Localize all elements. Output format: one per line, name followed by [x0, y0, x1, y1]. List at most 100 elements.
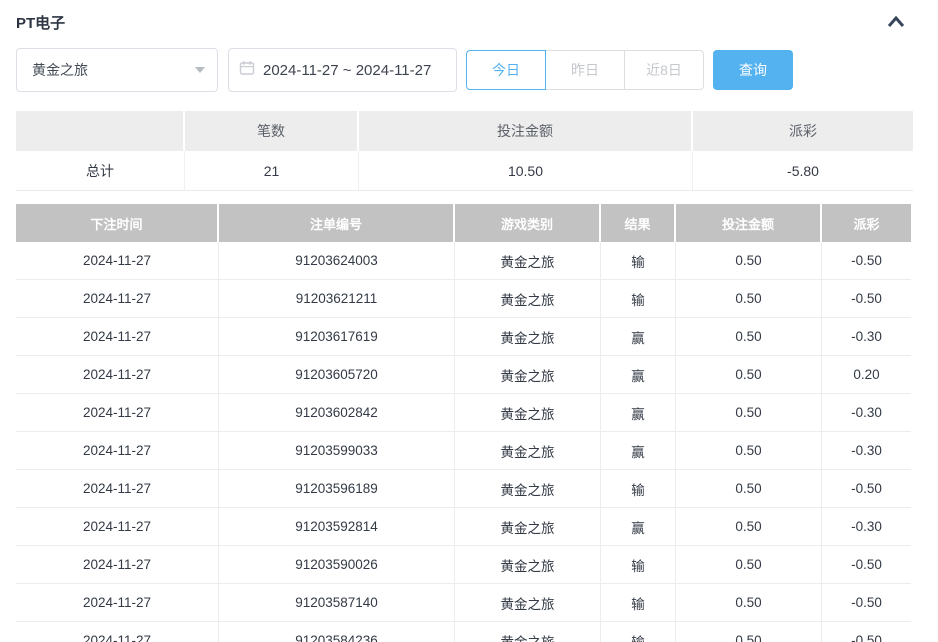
- cell-result: 输: [601, 546, 676, 584]
- cell-payout: -0.50: [822, 546, 911, 584]
- cell-bet-amount: 0.50: [676, 470, 822, 508]
- cell-game-type: 黄金之旅: [455, 546, 601, 584]
- cell-bet-amount: 0.50: [676, 508, 822, 546]
- summary-total-count: 21: [185, 151, 359, 191]
- cell-order-no: 91203592814: [219, 508, 455, 546]
- records-header-bet-time: 下注时间: [16, 204, 219, 242]
- cell-result: 赢: [601, 508, 676, 546]
- records-header-game-type: 游戏类别: [455, 204, 601, 242]
- cell-order-no: 91203590026: [219, 546, 455, 584]
- table-row: 2024-11-27 91203599033 黄金之旅赢 0.50 -0.30: [16, 432, 911, 470]
- cell-payout: -0.30: [822, 394, 911, 432]
- cell-game-type: 黄金之旅: [455, 432, 601, 470]
- cell-order-no: 91203621211: [219, 280, 455, 318]
- cell-order-no: 91203617619: [219, 318, 455, 356]
- game-select-value: 黄金之旅: [32, 62, 88, 78]
- cell-bet-amount: 0.50: [676, 356, 822, 394]
- cell-order-no: 91203602842: [219, 394, 455, 432]
- cell-bet-time: 2024-11-27: [16, 508, 219, 546]
- cell-result: 赢: [601, 356, 676, 394]
- page-title: PT电子: [16, 15, 66, 32]
- calendar-icon: [239, 60, 255, 81]
- summary-header-bet-amount: 投注金额: [359, 111, 693, 151]
- cell-bet-amount: 0.50: [676, 280, 822, 318]
- cell-game-type: 黄金之旅: [455, 622, 601, 642]
- date-range-value: 2024-11-27 ~ 2024-11-27: [263, 61, 432, 79]
- cell-bet-time: 2024-11-27: [16, 470, 219, 508]
- cell-bet-amount: 0.50: [676, 432, 822, 470]
- summary-total-row: 总计 21 10.50 -5.80: [16, 151, 913, 191]
- table-row: 2024-11-27 91203584236 黄金之旅输 0.50 -0.50: [16, 622, 911, 642]
- cell-payout: -0.30: [822, 318, 911, 356]
- cell-bet-time: 2024-11-27: [16, 394, 219, 432]
- pt-electronic-panel: PT电子 黄金之旅 2024-11-27 ~ 2024-11-27 今日 昨日 …: [0, 0, 938, 642]
- table-row: 2024-11-27 91203605720 黄金之旅赢 0.50 0.20: [16, 356, 911, 394]
- summary-total-label: 总计: [16, 151, 185, 191]
- cell-order-no: 91203587140: [219, 584, 455, 622]
- quick-range-button-近8日[interactable]: 近8日: [624, 50, 704, 90]
- cell-bet-amount: 0.50: [676, 394, 822, 432]
- table-row: 2024-11-27 91203596189 黄金之旅输 0.50 -0.50: [16, 470, 911, 508]
- cell-game-type: 黄金之旅: [455, 584, 601, 622]
- table-row: 2024-11-27 91203624003 黄金之旅输 0.50 -0.50: [16, 242, 911, 280]
- summary-header-count: 笔数: [185, 111, 359, 151]
- cell-game-type: 黄金之旅: [455, 242, 601, 280]
- table-row: 2024-11-27 91203587140 黄金之旅输 0.50 -0.50: [16, 584, 911, 622]
- panel-header: PT电子: [16, 0, 938, 40]
- quick-range-button-昨日[interactable]: 昨日: [545, 50, 625, 90]
- cell-bet-time: 2024-11-27: [16, 622, 219, 642]
- cell-bet-amount: 0.50: [676, 622, 822, 642]
- summary-header-payout: 派彩: [693, 111, 913, 151]
- cell-bet-time: 2024-11-27: [16, 356, 219, 394]
- cell-bet-time: 2024-11-27: [16, 280, 219, 318]
- records-table-body: 2024-11-27 91203624003 黄金之旅输 0.50 -0.50 2024-…: [16, 242, 911, 642]
- filter-bar: 黄金之旅 2024-11-27 ~ 2024-11-27 今日 昨日 近8日 查询: [16, 48, 938, 92]
- cell-game-type: 黄金之旅: [455, 318, 601, 356]
- cell-game-type: 黄金之旅: [455, 470, 601, 508]
- quick-range-button-今日[interactable]: 今日: [466, 50, 546, 90]
- cell-payout: -0.50: [822, 280, 911, 318]
- cell-game-type: 黄金之旅: [455, 356, 601, 394]
- cell-bet-time: 2024-11-27: [16, 432, 219, 470]
- cell-result: 输: [601, 280, 676, 318]
- records-table: 下注时间 注单编号 游戏类别 结果 投注金额 派彩 2024-11-27 9120…: [16, 204, 911, 642]
- table-row: 2024-11-27 91203602842 黄金之旅赢 0.50 -0.30: [16, 394, 911, 432]
- summary-header-row: 笔数 投注金额 派彩: [16, 111, 913, 151]
- cell-order-no: 91203605720: [219, 356, 455, 394]
- cell-bet-time: 2024-11-27: [16, 546, 219, 584]
- table-row: 2024-11-27 91203617619 黄金之旅赢 0.50 -0.30: [16, 318, 911, 356]
- cell-bet-time: 2024-11-27: [16, 584, 219, 622]
- cell-payout: -0.50: [822, 584, 911, 622]
- cell-bet-amount: 0.50: [676, 546, 822, 584]
- cell-payout: -0.50: [822, 242, 911, 280]
- cell-order-no: 91203584236: [219, 622, 455, 642]
- cell-bet-time: 2024-11-27: [16, 242, 219, 280]
- cell-game-type: 黄金之旅: [455, 394, 601, 432]
- cell-payout: -0.50: [822, 622, 911, 642]
- cell-bet-amount: 0.50: [676, 584, 822, 622]
- date-range-input[interactable]: 2024-11-27 ~ 2024-11-27: [228, 48, 457, 92]
- game-select[interactable]: 黄金之旅: [16, 48, 218, 92]
- collapse-panel-button[interactable]: [884, 12, 908, 33]
- table-row: 2024-11-27 91203621211 黄金之旅输 0.50 -0.50: [16, 280, 911, 318]
- cell-result: 输: [601, 470, 676, 508]
- table-row: 2024-11-27 91203590026 黄金之旅输 0.50 -0.50: [16, 546, 911, 584]
- chevron-up-icon: [884, 12, 908, 33]
- records-header-order-no: 注单编号: [219, 204, 455, 242]
- records-header-payout: 派彩: [822, 204, 911, 242]
- quick-range-group: 今日 昨日 近8日: [466, 50, 704, 90]
- cell-result: 赢: [601, 394, 676, 432]
- cell-bet-time: 2024-11-27: [16, 318, 219, 356]
- summary-header-blank: [16, 111, 185, 151]
- cell-order-no: 91203599033: [219, 432, 455, 470]
- summary-table: 笔数 投注金额 派彩 总计 21 10.50 -5.80: [16, 111, 913, 191]
- table-row: 2024-11-27 91203592814 黄金之旅赢 0.50 -0.30: [16, 508, 911, 546]
- query-button[interactable]: 查询: [713, 50, 793, 90]
- cell-order-no: 91203596189: [219, 470, 455, 508]
- summary-total-bet-amount: 10.50: [359, 151, 693, 191]
- cell-payout: -0.30: [822, 432, 911, 470]
- cell-game-type: 黄金之旅: [455, 280, 601, 318]
- summary-total-payout: -5.80: [693, 151, 913, 191]
- cell-payout: -0.50: [822, 470, 911, 508]
- cell-bet-amount: 0.50: [676, 318, 822, 356]
